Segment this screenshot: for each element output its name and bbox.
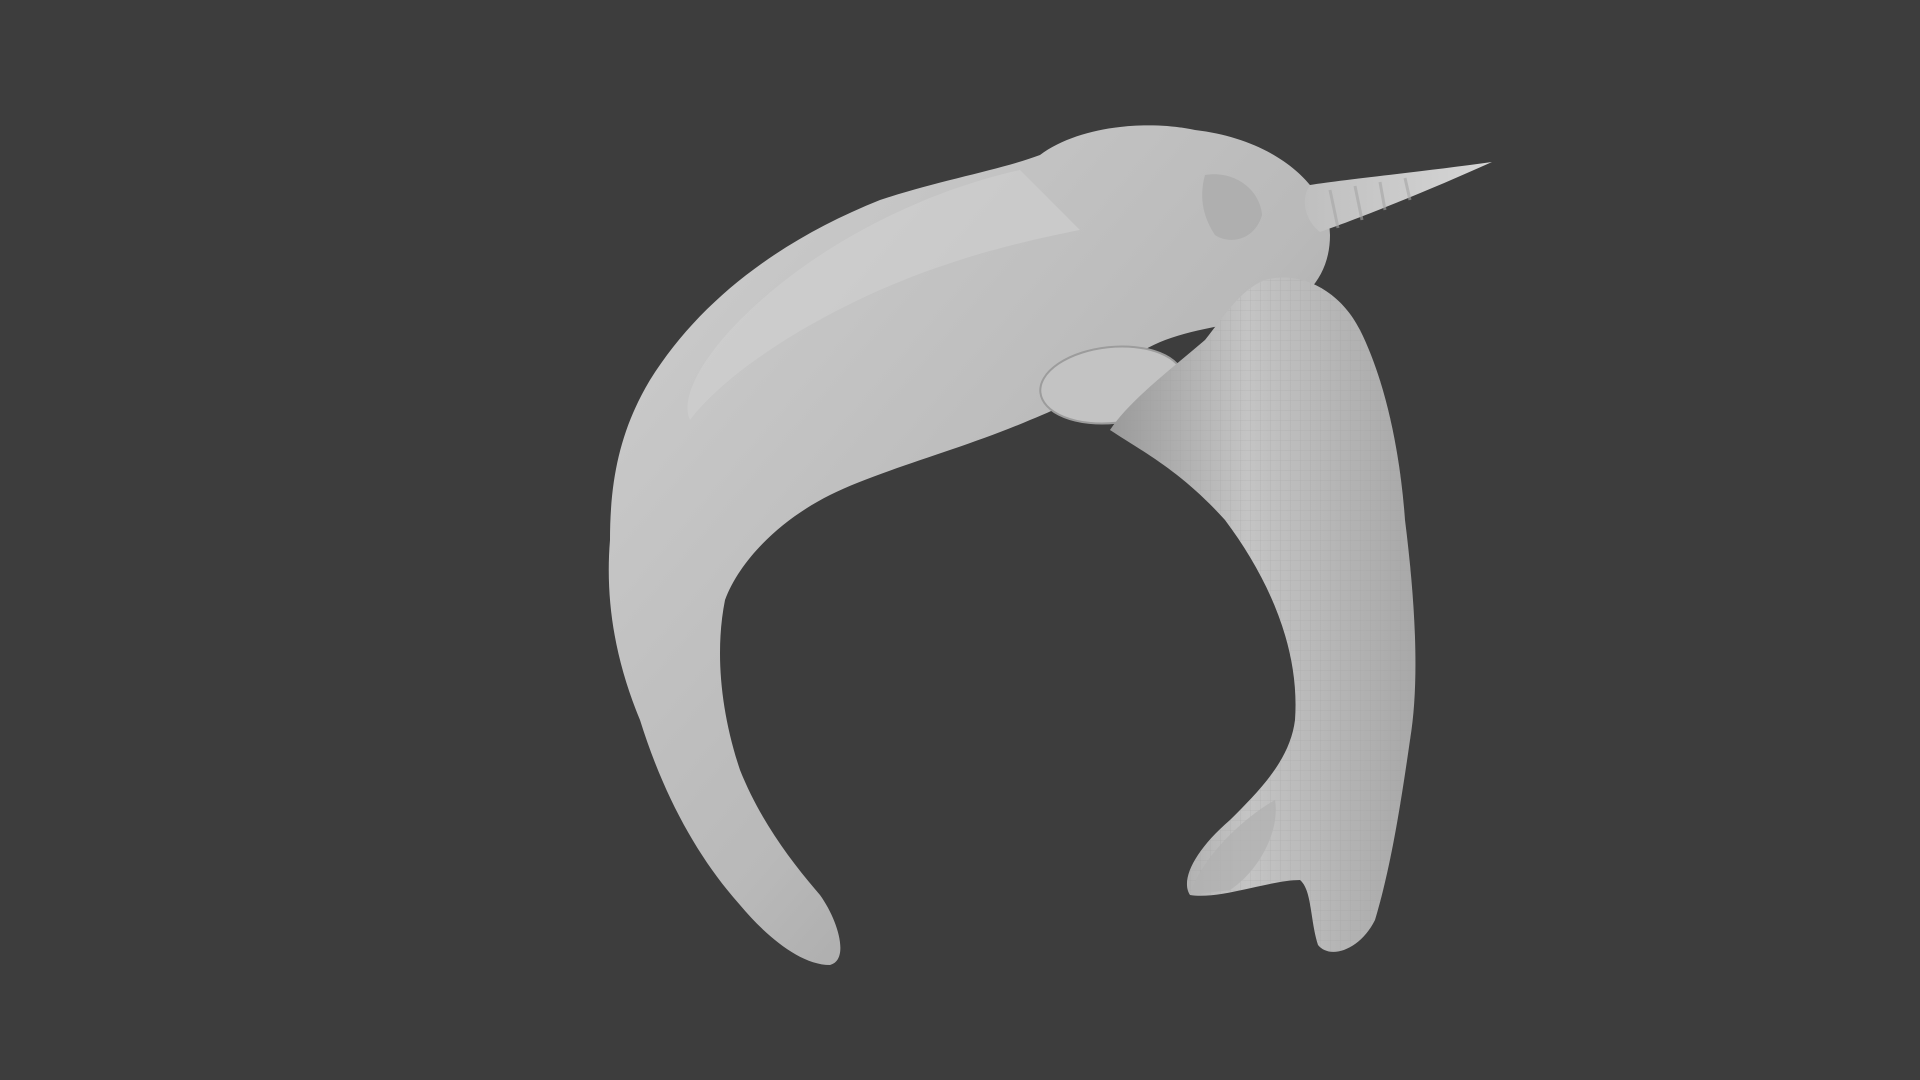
- 3d-viewport[interactable]: [0, 0, 1920, 1080]
- narwhal-sculpt-model[interactable]: [0, 0, 1920, 1080]
